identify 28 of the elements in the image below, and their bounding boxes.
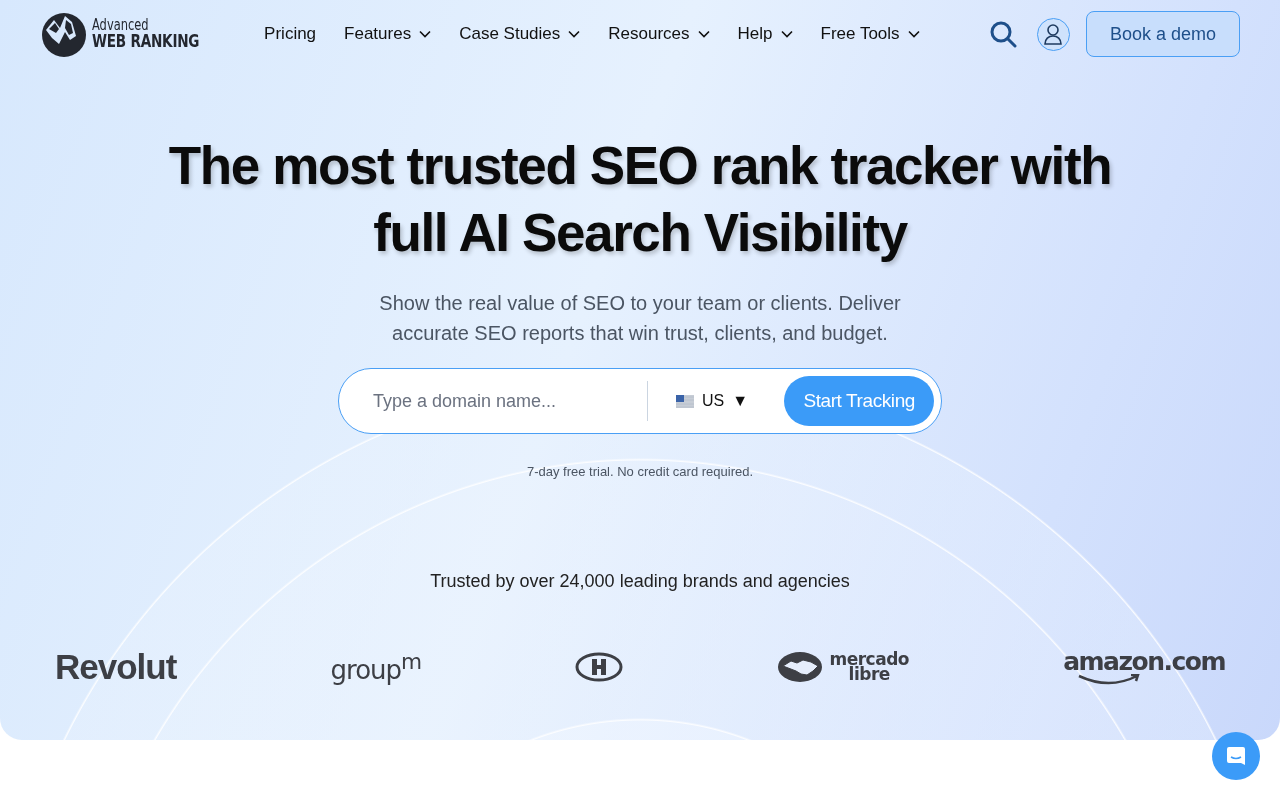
trust-heading: Trusted by over 24,000 leading brands and agencies — [430, 571, 850, 592]
chat-button[interactable] — [1212, 732, 1260, 780]
flag-icon — [676, 394, 694, 408]
nav-link[interactable]: Case Studies — [459, 24, 581, 44]
nav-link[interactable]: Free Tools — [820, 24, 920, 44]
country-dropdown[interactable]: US ▼ — [676, 392, 749, 410]
logo-text: Advanced — [92, 18, 150, 33]
user-icon — [1043, 23, 1064, 45]
brand-logo: group$^{m}$ — [330, 649, 422, 685]
nav-link[interactable]: Features — [344, 24, 432, 44]
chat-icon — [1225, 745, 1247, 767]
domain-input-field[interactable]: Type a domain name... — [371, 389, 625, 413]
nav-link[interactable]: Help — [737, 24, 793, 44]
hero-subtitle: Show the real value of SEO to your team or clients. Deliver accurate SEO reports that win trust, clients, and budget. — [378, 291, 902, 346]
nav-link[interactable]: Resources — [608, 24, 710, 44]
nav-link[interactable]: Pricing — [264, 24, 317, 44]
brand-logo: mercado libre — [829, 651, 909, 683]
logo[interactable]: Advanced WEB RANKING — [40, 10, 197, 58]
logo-text: WEB RANKING — [92, 33, 200, 50]
account-button[interactable] — [1036, 17, 1070, 51]
brand-logo: amazon.com — [1063, 648, 1225, 674]
trial-note: 7-day free trial. No credit card required. — [526, 464, 754, 479]
brand-logo: Revolut — [55, 647, 177, 687]
search-icon — [988, 20, 1017, 48]
brand-emblem-icon — [575, 652, 624, 682]
hero-headline: The most trusted SEO rank tracker with full AI Search Visibility — [167, 135, 1113, 264]
search-button[interactable] — [988, 20, 1017, 48]
book-demo-button[interactable]: Book a demo — [1085, 11, 1240, 57]
